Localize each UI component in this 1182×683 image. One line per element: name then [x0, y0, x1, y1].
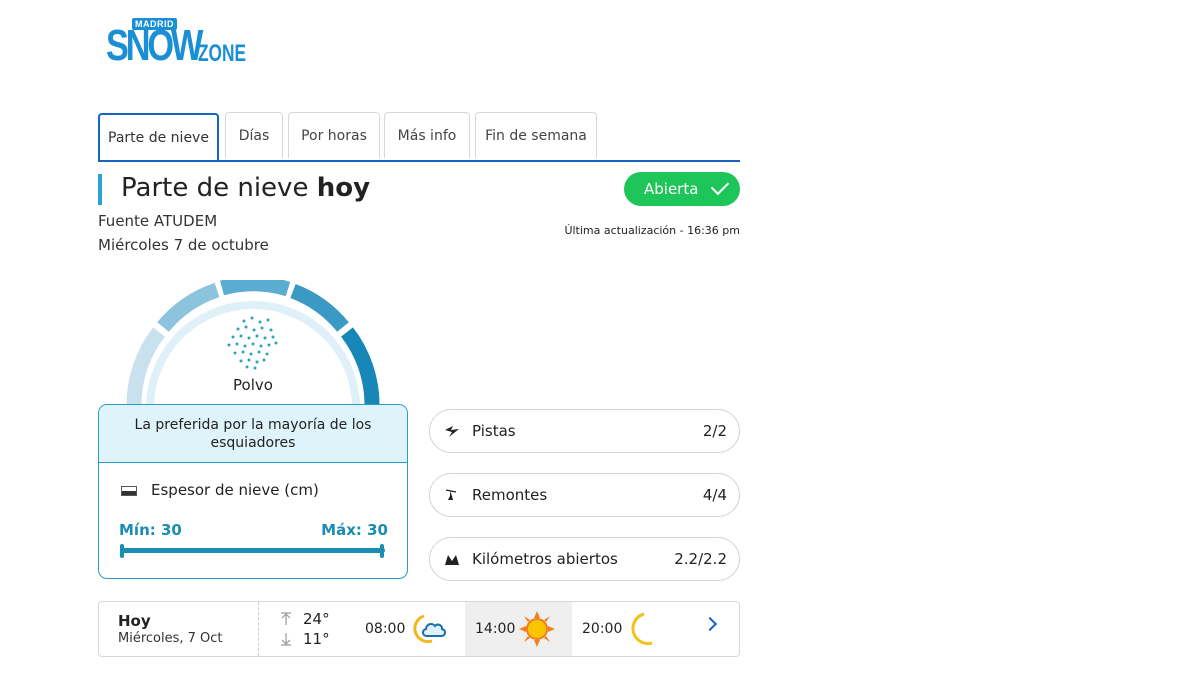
forecast-divider [258, 602, 260, 656]
range-max-handle [380, 544, 384, 558]
snow-depth-icon [121, 486, 137, 496]
mountain-icon [445, 555, 459, 565]
stat-kilometros[interactable]: Kilómetros abiertos 2.2/2.2 [429, 537, 740, 581]
slope-icon [445, 426, 459, 437]
gauge-segment-4 [290, 283, 349, 332]
date-text: Miércoles 7 de octubre [98, 236, 269, 254]
forecast-max-temp: 24° [303, 610, 330, 628]
forecast-min-temp: 11° [303, 630, 330, 648]
snow-type-label: Polvo [233, 376, 273, 394]
forecast-slot-time: 14:00 [475, 621, 516, 637]
title-accent-bar [98, 174, 102, 205]
forecast-date: Miércoles, 7 Oct [118, 631, 223, 646]
tab-dias[interactable]: Días [225, 112, 283, 158]
last-update: Última actualización - 16:36 pm [564, 224, 740, 237]
arrow-down-icon [281, 633, 291, 646]
tab-por-horas[interactable]: Por horas [288, 112, 380, 158]
tab-bar: Parte de nieve Días Por horas Más info F… [98, 112, 740, 162]
stat-value: 4/4 [702, 486, 727, 504]
forecast-slot-time: 08:00 [365, 621, 406, 637]
moon-cloud-icon [413, 614, 446, 644]
forecast-slot-time: 20:00 [582, 621, 623, 637]
stat-label: Kilómetros abiertos [472, 550, 618, 568]
range-min-handle [120, 544, 124, 558]
page-title: Parte de nieve hoy [121, 173, 370, 203]
snow-depth-min: Mín: 30 [119, 521, 182, 539]
lift-icon [445, 489, 457, 500]
stat-label: Remontes [472, 486, 548, 504]
title-bold: hoy [316, 173, 371, 203]
tab-parte-de-nieve[interactable]: Parte de nieve [98, 113, 219, 160]
stat-value: 2/2 [702, 422, 727, 440]
snow-type-note: La preferida por la mayoría de los esqui… [99, 405, 407, 463]
arrow-up-icon [281, 612, 291, 625]
stat-value: 2.2/2.2 [674, 550, 727, 568]
snowzone-logo[interactable]: MADRID SNOW ZONE [106, 16, 246, 86]
tab-mas-info[interactable]: Más info [384, 112, 470, 158]
status-badge: Abierta [624, 172, 740, 206]
gauge-segment-3 [220, 280, 291, 297]
moon-icon [631, 612, 653, 646]
tab-fin-de-semana[interactable]: Fin de semana [475, 112, 597, 158]
snow-depth-range [122, 548, 385, 553]
gauge-segment-2 [157, 282, 220, 332]
snow-depth-max: Máx: 30 [321, 521, 388, 539]
forecast-day: Hoy [118, 612, 151, 630]
status-label: Abierta [644, 180, 699, 198]
powder-snow-icon [227, 316, 278, 370]
stat-label: Pistas [472, 422, 516, 440]
stat-remontes[interactable]: Remontes 4/4 [429, 473, 740, 517]
logo-zone: ZONE [198, 40, 247, 67]
stat-pistas[interactable]: Pistas 2/2 [429, 409, 740, 453]
check-icon [710, 176, 730, 196]
title-main: Parte de nieve [121, 173, 317, 203]
logo-snow: SNOW [106, 21, 203, 70]
source-text: Fuente ATUDEM [98, 212, 218, 230]
sun-icon [519, 611, 555, 647]
snow-depth-label: Espesor de nieve (cm) [151, 481, 319, 499]
